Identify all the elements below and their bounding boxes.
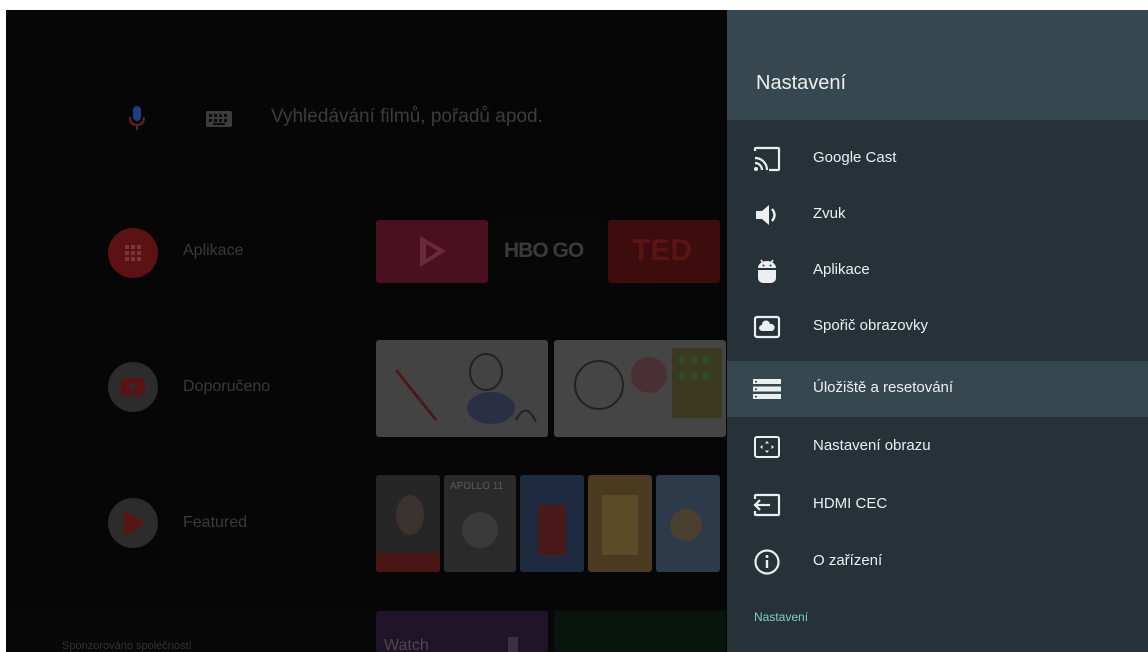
ted-logo: TED [632, 234, 692, 267]
microphone-icon[interactable] [127, 106, 147, 132]
poster-art [670, 509, 702, 541]
youtube-row-icon[interactable] [108, 362, 158, 412]
row-label-apps: Aplikace [183, 242, 244, 259]
bottom-tile-2[interactable] [554, 611, 726, 652]
settings-item-label: Google Cast [813, 149, 897, 166]
settings-item-label: Zvuk [813, 205, 846, 222]
settings-item-label: Aplikace [813, 261, 870, 278]
settings-item-label: Úložiště a resetování [813, 379, 954, 396]
play-movies-icon [124, 511, 146, 535]
cartoon-thumbnail [574, 348, 722, 418]
screensaver-icon [753, 315, 781, 339]
watch-tile[interactable]: Watch [376, 611, 548, 652]
play-movies-row-icon[interactable] [108, 498, 158, 548]
movie-poster-apollo-11[interactable]: APOLLO 11 [444, 475, 516, 572]
movie-poster-4[interactable] [588, 475, 652, 572]
movie-poster-3[interactable] [520, 475, 584, 572]
app-tile-video[interactable] [376, 220, 488, 283]
poster-title: APOLLO 11 [450, 481, 504, 492]
home-screen-dimmed: Vyhledávání filmů, pořadů apod. Aplikace… [6, 10, 727, 652]
settings-item-storage-reset[interactable]: Úložiště a resetování [727, 361, 1148, 417]
tile-badge [508, 637, 518, 652]
android-icon [758, 259, 776, 283]
settings-item-hdmi-cec[interactable]: HDMI CEC [727, 477, 1148, 533]
poster-art [602, 495, 638, 555]
movie-poster-1[interactable] [376, 475, 440, 572]
movie-poster-5[interactable] [656, 475, 720, 572]
hbo-go-logo: HBO GO [504, 239, 584, 262]
settings-title: Nastavení [756, 72, 847, 94]
row-label-recommended: Doporučeno [183, 378, 271, 395]
cast-icon [753, 146, 781, 172]
settings-header: Nastavení [727, 10, 1148, 120]
volume-icon [756, 205, 776, 225]
storage-icon [753, 379, 781, 399]
settings-item-screensaver[interactable]: Spořič obrazovky [727, 299, 1148, 355]
watch-label: Watch [384, 637, 429, 652]
settings-item-about[interactable]: O zařízení [727, 534, 1148, 590]
video-tile-cartoon-2[interactable] [554, 340, 726, 437]
settings-item-apps[interactable]: Aplikace [727, 243, 1148, 299]
apps-row-icon[interactable] [108, 228, 158, 278]
youtube-icon [121, 378, 145, 395]
settings-item-picture[interactable]: Nastavení obrazu [727, 419, 1148, 475]
app-tile-ted[interactable]: TED [608, 220, 720, 283]
settings-item-google-cast[interactable]: Google Cast [727, 131, 1148, 187]
poster-art [376, 495, 440, 572]
video-tile-cartoon-1[interactable] [376, 340, 548, 437]
settings-breadcrumb: Nastavení [754, 610, 809, 624]
row-label-featured: Featured [183, 514, 248, 531]
search-placeholder: Vyhledávání filmů, pořadů apod. [271, 106, 543, 127]
settings-panel: Nastavení Google Cast Zvuk Aplikace Spoř… [727, 10, 1148, 652]
search-bar[interactable]: Vyhledávání filmů, pořadů apod. [6, 98, 726, 138]
settings-item-sound[interactable]: Zvuk [727, 187, 1148, 243]
info-icon [754, 549, 780, 575]
hdmi-input-icon [753, 493, 781, 517]
settings-item-label: O zařízení [813, 552, 883, 569]
tv-screen: Vyhledávání filmů, pořadů apod. Aplikace… [6, 10, 1148, 652]
settings-item-label: HDMI CEC [813, 495, 888, 512]
poster-art [538, 505, 566, 555]
settings-item-label: Spořič obrazovky [813, 317, 929, 334]
play-logo-icon [420, 236, 446, 267]
picture-settings-icon [754, 436, 780, 458]
app-tile-hbo-go[interactable]: HBO GO [492, 220, 604, 283]
cartoon-thumbnail [394, 353, 537, 424]
settings-item-label: Nastavení obrazu [813, 437, 931, 454]
keyboard-icon[interactable] [206, 111, 232, 127]
sponsored-label: Sponzorováno společností [62, 640, 192, 652]
apps-grid-icon [125, 245, 141, 261]
